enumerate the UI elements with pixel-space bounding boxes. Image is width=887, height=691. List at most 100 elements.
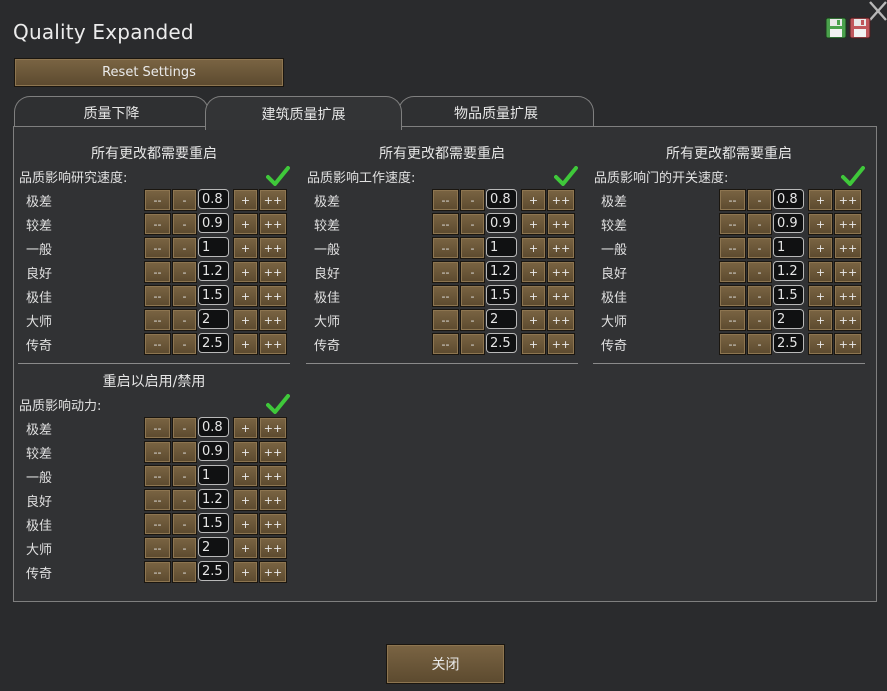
increase-large-button[interactable]: ++ <box>834 189 862 211</box>
decrease-large-button[interactable]: -- <box>144 213 171 235</box>
multiplier-input[interactable]: 2.5 <box>486 333 517 353</box>
decrease-large-button[interactable]: -- <box>144 489 171 511</box>
decrease-large-button[interactable]: -- <box>144 417 171 439</box>
increase-large-button[interactable]: ++ <box>259 441 287 463</box>
decrease-button[interactable]: - <box>460 309 485 331</box>
increase-button[interactable]: + <box>808 189 833 211</box>
increase-large-button[interactable]: ++ <box>259 561 287 583</box>
decrease-large-button[interactable]: -- <box>144 189 171 211</box>
decrease-button[interactable]: - <box>172 441 197 463</box>
multiplier-input[interactable]: 0.9 <box>773 213 804 233</box>
decrease-large-button[interactable]: -- <box>144 309 171 331</box>
multiplier-input[interactable]: 1.2 <box>198 489 229 509</box>
decrease-button[interactable]: - <box>172 333 197 355</box>
decrease-button[interactable]: - <box>460 285 485 307</box>
decrease-large-button[interactable]: -- <box>144 333 171 355</box>
increase-button[interactable]: + <box>233 261 258 283</box>
multiplier-input[interactable]: 1.2 <box>486 261 517 281</box>
decrease-large-button[interactable]: -- <box>144 513 171 535</box>
decrease-button[interactable]: - <box>172 285 197 307</box>
increase-button[interactable]: + <box>521 261 546 283</box>
multiplier-input[interactable]: 1.5 <box>198 513 229 533</box>
decrease-large-button[interactable]: -- <box>719 333 746 355</box>
increase-button[interactable]: + <box>521 237 546 259</box>
multiplier-input[interactable]: 2.5 <box>773 333 804 353</box>
decrease-large-button[interactable]: -- <box>432 261 459 283</box>
increase-large-button[interactable]: ++ <box>834 285 862 307</box>
decrease-large-button[interactable]: -- <box>432 213 459 235</box>
multiplier-input[interactable]: 1.2 <box>198 261 229 281</box>
decrease-button[interactable]: - <box>460 213 485 235</box>
decrease-large-button[interactable]: -- <box>719 285 746 307</box>
increase-large-button[interactable]: ++ <box>259 417 287 439</box>
increase-button[interactable]: + <box>233 333 258 355</box>
increase-large-button[interactable]: ++ <box>259 285 287 307</box>
multiplier-input[interactable]: 1.5 <box>773 285 804 305</box>
checkmark-icon[interactable] <box>841 166 865 186</box>
decrease-button[interactable]: - <box>747 309 772 331</box>
multiplier-input[interactable]: 0.9 <box>198 213 229 233</box>
increase-large-button[interactable]: ++ <box>547 285 575 307</box>
decrease-button[interactable]: - <box>172 537 197 559</box>
increase-large-button[interactable]: ++ <box>259 489 287 511</box>
multiplier-input[interactable]: 0.9 <box>198 441 229 461</box>
decrease-large-button[interactable]: -- <box>719 237 746 259</box>
multiplier-input[interactable]: 2 <box>198 537 229 557</box>
decrease-button[interactable]: - <box>172 237 197 259</box>
delete-save-icon[interactable] <box>849 17 871 39</box>
increase-large-button[interactable]: ++ <box>547 213 575 235</box>
increase-large-button[interactable]: ++ <box>547 333 575 355</box>
decrease-large-button[interactable]: -- <box>432 285 459 307</box>
increase-button[interactable]: + <box>233 489 258 511</box>
increase-button[interactable]: + <box>521 189 546 211</box>
decrease-button[interactable]: - <box>747 333 772 355</box>
decrease-large-button[interactable]: -- <box>432 189 459 211</box>
decrease-button[interactable]: - <box>172 261 197 283</box>
decrease-button[interactable]: - <box>172 213 197 235</box>
increase-button[interactable]: + <box>233 561 258 583</box>
decrease-large-button[interactable]: -- <box>719 189 746 211</box>
decrease-large-button[interactable]: -- <box>432 333 459 355</box>
multiplier-input[interactable]: 2 <box>198 309 229 329</box>
decrease-button[interactable]: - <box>172 417 197 439</box>
increase-large-button[interactable]: ++ <box>547 237 575 259</box>
multiplier-input[interactable]: 1.5 <box>486 285 517 305</box>
multiplier-input[interactable]: 1 <box>486 237 517 257</box>
decrease-button[interactable]: - <box>172 513 197 535</box>
decrease-large-button[interactable]: -- <box>144 285 171 307</box>
increase-button[interactable]: + <box>233 309 258 331</box>
decrease-button[interactable]: - <box>460 261 485 283</box>
reset-settings-button[interactable]: Reset Settings <box>14 58 284 87</box>
decrease-large-button[interactable]: -- <box>144 237 171 259</box>
multiplier-input[interactable]: 1.2 <box>773 261 804 281</box>
multiplier-input[interactable]: 2 <box>486 309 517 329</box>
increase-button[interactable]: + <box>521 333 546 355</box>
decrease-button[interactable]: - <box>747 189 772 211</box>
close-button[interactable]: 关闭 <box>386 644 505 684</box>
decrease-large-button[interactable]: -- <box>144 561 171 583</box>
decrease-button[interactable]: - <box>172 189 197 211</box>
multiplier-input[interactable]: 0.8 <box>486 189 517 209</box>
checkmark-icon[interactable] <box>266 394 290 414</box>
multiplier-input[interactable]: 1 <box>198 237 229 257</box>
increase-large-button[interactable]: ++ <box>259 333 287 355</box>
decrease-large-button[interactable]: -- <box>719 261 746 283</box>
multiplier-input[interactable]: 1.5 <box>198 285 229 305</box>
increase-button[interactable]: + <box>808 309 833 331</box>
increase-large-button[interactable]: ++ <box>547 261 575 283</box>
increase-button[interactable]: + <box>808 237 833 259</box>
increase-button[interactable]: + <box>808 333 833 355</box>
decrease-large-button[interactable]: -- <box>719 213 746 235</box>
decrease-large-button[interactable]: -- <box>719 309 746 331</box>
decrease-large-button[interactable]: -- <box>144 537 171 559</box>
multiplier-input[interactable]: 2.5 <box>198 561 229 581</box>
tab-building-quality[interactable]: 建筑质量扩展 <box>205 96 402 130</box>
increase-large-button[interactable]: ++ <box>834 309 862 331</box>
tab-item-quality[interactable]: 物品质量扩展 <box>398 96 594 128</box>
increase-large-button[interactable]: ++ <box>259 537 287 559</box>
decrease-large-button[interactable]: -- <box>144 465 171 487</box>
increase-button[interactable]: + <box>233 213 258 235</box>
increase-button[interactable]: + <box>233 237 258 259</box>
decrease-large-button[interactable]: -- <box>432 237 459 259</box>
increase-large-button[interactable]: ++ <box>547 309 575 331</box>
